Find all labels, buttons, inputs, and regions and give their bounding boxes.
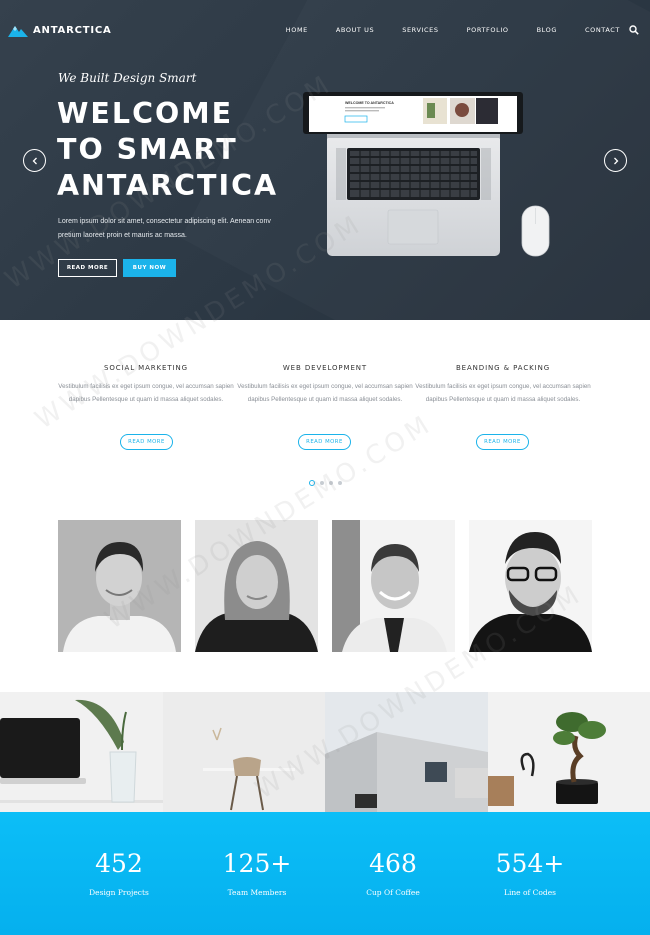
service-card-web-development: WEB DEVELOPMENT Vestibulum facilisis ex …	[235, 364, 415, 406]
team-member-photo[interactable]	[469, 520, 592, 652]
service-read-more-button[interactable]: READ MORE	[476, 434, 529, 450]
laptop-screen-title: WELCOME TO ANTARCTICA	[345, 101, 394, 105]
chair-image-icon	[163, 692, 325, 813]
stat-design-projects: 452 Design Projects	[54, 849, 184, 898]
nav-item-about-us[interactable]: ABOUT US	[336, 26, 374, 34]
headline-line-1: WELCOME	[57, 97, 234, 130]
slider-pagination	[309, 480, 342, 486]
chevron-left-icon	[32, 157, 37, 164]
hero-section: ANTARCTICA HOME ABOUT US SERVICES PORTFO…	[0, 0, 650, 320]
service-card-branding-packing: BEANDING & PACKING Vestibulum facilisis …	[413, 364, 593, 406]
slider-dot[interactable]	[329, 481, 333, 485]
brand-name: ANTARCTICA	[33, 24, 112, 36]
slider-prev-button[interactable]	[23, 149, 46, 172]
person-portrait-icon	[469, 520, 592, 652]
building-image-icon	[325, 692, 488, 813]
nav-item-portfolio[interactable]: PORTFOLIO	[467, 26, 509, 34]
stat-label: Design Projects	[89, 888, 149, 897]
read-more-button[interactable]: READ MORE	[58, 259, 117, 277]
service-description: Vestibulum facilisis ex eget ipsum congu…	[415, 383, 591, 403]
plant-image-icon	[488, 692, 650, 813]
slider-dot[interactable]	[320, 481, 324, 485]
person-portrait-icon	[58, 520, 181, 652]
slider-dot[interactable]	[338, 481, 342, 485]
stat-number: 468	[369, 849, 417, 878]
team-member-photo[interactable]	[195, 520, 318, 652]
search-icon[interactable]	[629, 25, 639, 35]
gallery-image-building[interactable]	[325, 692, 488, 813]
chevron-right-icon	[613, 157, 618, 164]
main-menu: HOME ABOUT US SERVICES PORTFOLIO BLOG CO…	[286, 26, 620, 34]
slider-dot-active[interactable]	[309, 480, 315, 486]
gallery-image-desk[interactable]	[0, 692, 163, 813]
stat-number: 452	[95, 849, 143, 878]
gallery-image-bonsai[interactable]	[488, 692, 650, 813]
stat-label: Team Members	[227, 888, 287, 897]
service-description: Vestibulum facilisis ex eget ipsum congu…	[237, 383, 413, 403]
service-title: SOCIAL MARKETING	[104, 364, 188, 372]
slider-next-button[interactable]	[604, 149, 627, 172]
person-portrait-icon	[195, 520, 318, 652]
workspace-image-icon	[0, 692, 163, 813]
stat-label: Cup Of Coffee	[366, 888, 420, 897]
nav-item-services[interactable]: SERVICES	[402, 26, 438, 34]
nav-item-blog[interactable]: BLOG	[537, 26, 557, 34]
hero-headline: WELCOME TO SMART ANTARCTICA	[57, 96, 278, 204]
stat-number: 125+	[222, 849, 292, 878]
logo[interactable]: ANTARCTICA	[8, 23, 112, 37]
team-member-photo[interactable]	[332, 520, 455, 652]
stat-cup-of-coffee: 468 Cup Of Coffee	[328, 849, 458, 898]
person-portrait-icon	[332, 520, 455, 652]
service-title: BEANDING & PACKING	[455, 364, 551, 372]
mountain-logo-icon	[8, 26, 28, 37]
gallery-image-chair[interactable]	[163, 692, 325, 813]
headline-line-2: TO SMART	[57, 133, 238, 166]
buy-now-button[interactable]: BUY NOW	[123, 259, 176, 277]
stat-number: 554+	[495, 849, 565, 878]
headline-line-3: ANTARCTICA	[57, 169, 279, 202]
stat-label: Line of Codes	[503, 888, 557, 897]
service-read-more-button[interactable]: READ MORE	[120, 434, 173, 450]
top-navigation: ANTARCTICA HOME ABOUT US SERVICES PORTFO…	[0, 0, 650, 62]
nav-item-home[interactable]: HOME	[286, 26, 308, 34]
hero-tagline: We Built Design Smart	[58, 71, 197, 85]
stat-line-of-codes: 554+ Line of Codes	[465, 849, 595, 898]
stat-team-members: 125+ Team Members	[192, 849, 322, 898]
service-title: WEB DEVELOPMENT	[282, 364, 368, 372]
service-description: Vestibulum facilisis ex eget ipsum congu…	[58, 383, 234, 403]
hero-description: Lorem ipsum dolor sit amet, consectetur …	[58, 218, 271, 239]
team-member-photo[interactable]	[58, 520, 181, 652]
service-card-social-marketing: SOCIAL MARKETING Vestibulum facilisis ex…	[56, 364, 236, 406]
service-read-more-button[interactable]: READ MORE	[298, 434, 351, 450]
laptop-illustration: WELCOME TO ANTARCTICA	[303, 92, 550, 257]
nav-item-contact[interactable]: CONTACT	[585, 26, 620, 34]
